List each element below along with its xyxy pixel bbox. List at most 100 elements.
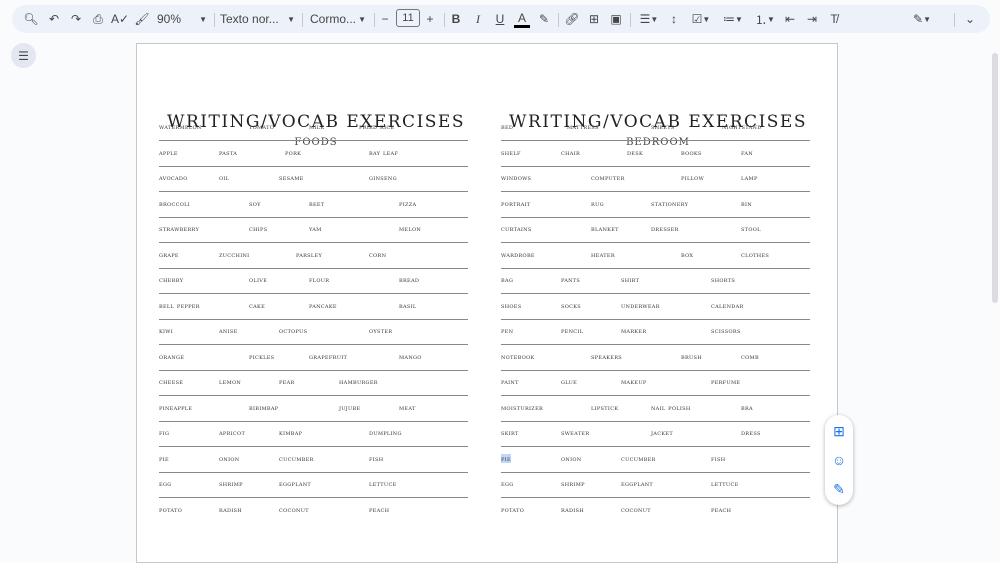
writing-line: [159, 191, 468, 192]
checklist-icon[interactable]: ☑ ▼: [688, 10, 714, 28]
vocab-word: pants: [561, 275, 581, 284]
writing-line: [501, 165, 810, 167]
paint-format-icon[interactable]: 🖌︎: [134, 10, 150, 28]
vocab-word: bra: [741, 402, 753, 412]
vocab-word: pineapple: [159, 402, 193, 412]
vocab-word: eggplant: [279, 479, 312, 488]
vocab-word: blanket: [591, 224, 619, 233]
vocab-word: paint: [501, 377, 519, 386]
vocab-word: lettuce: [711, 479, 739, 488]
writing-line: [159, 267, 468, 269]
add-comment-icon[interactable]: ⊞: [830, 422, 848, 440]
vocab-word: fried rice: [359, 122, 395, 131]
style-select[interactable]: Texto nor... ▼: [220, 10, 295, 28]
vocab-word: lipstick: [591, 402, 619, 412]
writing-line: [159, 293, 468, 294]
decrease-font-size-button[interactable]: −: [378, 10, 392, 28]
vocab-word: radish: [561, 504, 584, 514]
scrollbar[interactable]: [991, 43, 999, 538]
vocab-word: jacket: [651, 428, 673, 437]
vocab-word: bed: [501, 122, 514, 131]
link-icon[interactable]: 🔗︎: [564, 10, 580, 28]
vocab-word: oyster: [369, 326, 393, 335]
vocab-word: tomato: [249, 122, 275, 131]
document-page[interactable]: WRITING/VOCAB EXERCISES FOODS WRITING/VO…: [136, 43, 838, 563]
writing-line: [501, 318, 810, 320]
vocab-word: pie: [159, 453, 169, 463]
bold-button[interactable]: B: [448, 10, 464, 28]
vocab-word: glue: [561, 377, 578, 386]
line-spacing-icon[interactable]: ↕: [666, 10, 682, 28]
vocab-word: bag: [501, 275, 514, 284]
vocab-word: moisturizer: [501, 402, 544, 412]
vocab-word: apricot: [219, 428, 246, 437]
search-menus-icon[interactable]: 🔍︎: [22, 10, 40, 28]
emoji-reaction-icon[interactable]: ☺: [830, 451, 848, 469]
writing-line: [159, 344, 468, 345]
vocab-word: sesame: [279, 173, 304, 182]
vocab-word: marker: [621, 326, 647, 335]
numbered-list-icon[interactable]: ⒈ ▼: [752, 10, 778, 28]
suggest-edits-icon[interactable]: ✎: [830, 480, 848, 498]
divider: [630, 13, 631, 27]
add-comment-icon[interactable]: ⊞: [586, 10, 602, 28]
vocab-word: books: [681, 147, 702, 157]
vocab-word: soy: [249, 198, 261, 208]
vocab-word: egg: [501, 479, 514, 488]
chevron-down-icon: ▼: [358, 14, 366, 24]
align-icon[interactable]: ☰ ▼: [636, 10, 662, 28]
clear-formatting-icon[interactable]: T̸: [826, 10, 842, 28]
vocab-word: yam: [309, 224, 322, 233]
zoom-select[interactable]: 90% ▼: [157, 10, 207, 28]
scrollbar-thumb[interactable]: [992, 53, 998, 303]
vocab-word: nail polish: [651, 402, 691, 412]
side-actions: ⊞ ☺ ✎: [825, 415, 853, 505]
vocab-word: perfume: [711, 377, 741, 386]
undo-icon[interactable]: ↶: [46, 10, 62, 28]
writing-line: [501, 267, 810, 269]
vocab-word: beet: [309, 198, 325, 208]
writing-line: [501, 140, 810, 141]
vocab-word: shoes: [501, 300, 522, 310]
vocab-word: orange: [159, 351, 185, 361]
insert-image-icon[interactable]: ▣: [608, 10, 624, 28]
vocab-word: pork: [285, 147, 302, 157]
vocab-word: pencil: [561, 326, 584, 335]
writing-line: [159, 242, 468, 243]
print-icon[interactable]: ⎙: [90, 10, 106, 28]
vocab-word: pie: [501, 453, 511, 463]
vocab-word: eggplant: [621, 479, 654, 488]
editing-mode-icon[interactable]: ✎ ▼: [908, 10, 936, 28]
divider: [374, 13, 375, 27]
italic-button[interactable]: I: [470, 10, 486, 28]
font-select[interactable]: Cormo... ▼: [310, 10, 366, 28]
vocab-word: comb: [741, 351, 759, 361]
vocab-word: egg: [159, 479, 172, 488]
document-outline-icon[interactable]: ☰: [11, 43, 36, 68]
text-color-button[interactable]: A: [514, 10, 530, 28]
vocab-word: pasta: [219, 147, 238, 157]
increase-indent-icon[interactable]: ⇥: [804, 10, 820, 28]
vocab-word: jujube: [339, 402, 361, 412]
chevron-down-icon[interactable]: ⌄: [962, 10, 978, 28]
vocab-word: sweater: [561, 428, 590, 437]
vocab-word: octopus: [279, 326, 308, 335]
vocab-word: makeup: [621, 377, 647, 386]
redo-icon[interactable]: ↷: [68, 10, 84, 28]
spellcheck-icon[interactable]: A✓: [111, 10, 129, 28]
writing-line: [159, 369, 468, 371]
writing-line: [159, 318, 468, 320]
underline-button[interactable]: U: [492, 10, 508, 28]
vocab-word: bin: [741, 198, 752, 208]
divider: [954, 13, 955, 27]
increase-font-size-button[interactable]: +: [423, 10, 437, 28]
vocab-word: flour: [309, 275, 330, 284]
vocab-word: pancake: [309, 300, 337, 310]
vocab-word: cucumber: [621, 453, 656, 463]
font-size-input[interactable]: 11: [396, 9, 420, 27]
decrease-indent-icon[interactable]: ⇤: [782, 10, 798, 28]
highlight-icon[interactable]: ✎: [536, 10, 552, 28]
vocab-word: potato: [501, 504, 525, 514]
bulleted-list-icon[interactable]: ≔ ▼: [720, 10, 746, 28]
vocab-word: broccoli: [159, 198, 190, 208]
